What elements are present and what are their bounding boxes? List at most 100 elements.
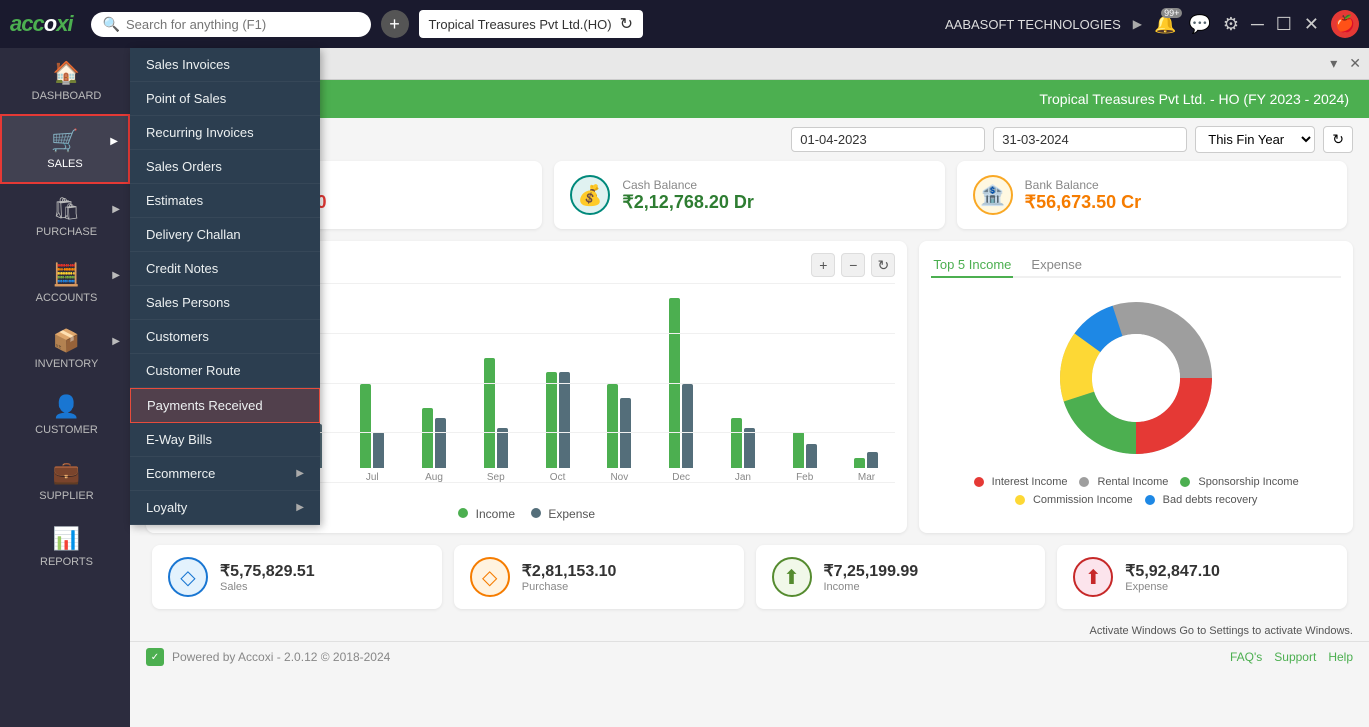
stat-expense: ⬆ ₹5,92,847.10 Expense [1057, 545, 1347, 609]
stat-sales: ◇ ₹5,75,829.51 Sales [152, 545, 442, 609]
tab-controls: ▾ ✕ [1326, 53, 1369, 74]
loyalty-arrow: ▶ [296, 502, 304, 513]
income-legend-dot [458, 508, 468, 518]
help-link[interactable]: Help [1328, 650, 1353, 664]
search-input[interactable] [126, 17, 346, 32]
bar-group: Feb [776, 298, 834, 483]
tab-chevron-down[interactable]: ▾ [1326, 53, 1341, 74]
close-icon[interactable]: ✕ [1304, 14, 1319, 35]
settings-icon[interactable]: ⚙ [1223, 14, 1239, 35]
inventory-icon: 📦 [53, 328, 80, 354]
company-name-top: AABASOFT TECHNOLOGIES [945, 17, 1121, 32]
sidebar-item-sales[interactable]: 🛒 ▶ SALES [0, 114, 130, 184]
bar-month-label: Jul [366, 472, 379, 483]
expense-stat-icon: ⬆ [1073, 557, 1113, 597]
minimize-icon[interactable]: ─ [1251, 14, 1264, 35]
refresh-date-btn[interactable]: ↻ [1323, 126, 1353, 153]
faq-link[interactable]: FAQ's [1230, 650, 1262, 664]
purchase-stat-info: ₹2,81,153.10 Purchase [522, 561, 617, 593]
company-info: Tropical Treasures Pvt Ltd. - HO (FY 202… [1039, 91, 1349, 107]
bank-label: Bank Balance [1025, 178, 1142, 192]
date-to-input[interactable] [993, 127, 1187, 152]
menu-credit-notes[interactable]: Credit Notes [130, 252, 320, 286]
menu-payments-received[interactable]: Payments Received [130, 388, 320, 423]
avatar[interactable]: 🍎 [1331, 10, 1359, 38]
support-link[interactable]: Support [1274, 650, 1316, 664]
reports-icon: 📊 [53, 526, 80, 552]
expense-legend-dot [531, 508, 541, 518]
legend-sponsorship-income: Sponsorship Income [1180, 476, 1298, 488]
sidebar-item-accounts[interactable]: 🧮 ▶ ACCOUNTS [0, 250, 130, 316]
sidebar-item-purchase[interactable]: 🛍 ▶ PURCHASE [0, 184, 130, 250]
sales-icon: 🛒 [51, 128, 78, 154]
bank-info: Bank Balance ₹56,673.50 Cr [1025, 178, 1142, 213]
refresh-company-icon[interactable]: ↻ [620, 14, 633, 34]
top-right-controls: AABASOFT TECHNOLOGIES ▶ 🔔 99+ 💬 ⚙ ─ ☐ ✕ … [945, 10, 1359, 38]
customer-icon: 👤 [53, 394, 80, 420]
income-stat-label: Income [824, 581, 919, 593]
bar-income [669, 298, 680, 468]
menu-delivery-challan[interactable]: Delivery Challan [130, 218, 320, 252]
global-search-bar[interactable]: 🔍 [91, 12, 371, 37]
interest-label: Interest Income [992, 476, 1068, 488]
menu-estimates[interactable]: Estimates [130, 184, 320, 218]
main-layout: 🏠 DASHBOARD 🛒 ▶ SALES 🛍 ▶ PURCHASE 🧮 ▶ A… [0, 48, 1369, 727]
sponsorship-label: Sponsorship Income [1198, 476, 1298, 488]
top-bar: accoxi 🔍 + Tropical Treasures Pvt Ltd.(H… [0, 0, 1369, 48]
company-selector[interactable]: Tropical Treasures Pvt Ltd.(HO) ↻ [419, 10, 643, 38]
donut-tab-income[interactable]: Top 5 Income [931, 253, 1013, 278]
sidebar-item-customer[interactable]: 👤 CUSTOMER [0, 382, 130, 448]
chat-icon[interactable]: 💬 [1188, 14, 1210, 35]
refresh-chart-btn[interactable]: ↻ [871, 253, 895, 277]
bar-month-label: Aug [425, 472, 443, 483]
period-select[interactable]: This Fin Year [1195, 126, 1315, 153]
sales-dropdown-menu: Sales Invoices Point of Sales Recurring … [130, 48, 320, 525]
stats-row: ◇ ₹5,75,829.51 Sales ◇ ₹2,81,153.10 Purc… [130, 545, 1369, 621]
menu-customer-route[interactable]: Customer Route [130, 354, 320, 388]
sales-stat-label: Sales [220, 581, 315, 593]
legend-bad-debts: Bad debts recovery [1145, 494, 1258, 506]
notification-bell-wrapper[interactable]: 🔔 99+ [1154, 14, 1176, 35]
sidebar-item-dashboard[interactable]: 🏠 DASHBOARD [0, 48, 130, 114]
maximize-icon[interactable]: ☐ [1276, 14, 1292, 35]
menu-loyalty[interactable]: Loyalty ▶ [130, 491, 320, 525]
sidebar-item-supplier[interactable]: 💼 SUPPLIER [0, 448, 130, 514]
footer: ✓ Powered by Accoxi - 2.0.12 © 2018-2024… [130, 641, 1369, 672]
stat-income: ⬆ ₹7,25,199.99 Income [756, 545, 1046, 609]
sidebar-label-dashboard: DASHBOARD [32, 90, 102, 102]
sales-arrow: ▶ [110, 136, 118, 147]
menu-sales-orders[interactable]: Sales Orders [130, 150, 320, 184]
menu-recurring-invoices[interactable]: Recurring Invoices [130, 116, 320, 150]
zoom-in-btn[interactable]: + [811, 253, 835, 277]
bar-expense [744, 428, 755, 468]
purchase-arrow: ▶ [112, 204, 120, 215]
menu-sales-invoices[interactable]: Sales Invoices [130, 48, 320, 82]
menu-eway-bills[interactable]: E-Way Bills [130, 423, 320, 457]
income-stat-value: ₹7,25,199.99 [824, 561, 919, 581]
sidebar-item-inventory[interactable]: 📦 ▶ INVENTORY [0, 316, 130, 382]
stat-purchase: ◇ ₹2,81,153.10 Purchase [454, 545, 744, 609]
donut-legend: Interest Income Rental Income Sponsorshi… [931, 476, 1341, 506]
bar-income [546, 372, 557, 468]
bar-month-label: Jan [735, 472, 751, 483]
date-from-input[interactable] [791, 127, 985, 152]
tab-close[interactable]: ✕ [1345, 53, 1365, 74]
app-logo: accoxi [10, 11, 73, 37]
purchase-icon: 🛍 [53, 196, 81, 222]
menu-customers[interactable]: Customers [130, 320, 320, 354]
bar-group: Oct [529, 298, 587, 483]
donut-tab-expense[interactable]: Expense [1029, 253, 1084, 276]
add-button[interactable]: + [381, 10, 409, 38]
sidebar-item-reports[interactable]: 📊 REPORTS [0, 514, 130, 580]
donut-svg [1046, 288, 1226, 468]
sidebar-label-accounts: ACCOUNTS [36, 292, 98, 304]
menu-ecommerce[interactable]: Ecommerce ▶ [130, 457, 320, 491]
accounts-icon: 🧮 [53, 262, 80, 288]
bar-group: Jul [343, 298, 401, 483]
expense-legend-item: Expense [531, 507, 595, 521]
company-arrow: ▶ [1133, 17, 1142, 31]
zoom-out-btn[interactable]: − [841, 253, 865, 277]
menu-point-of-sales[interactable]: Point of Sales [130, 82, 320, 116]
menu-sales-persons[interactable]: Sales Persons [130, 286, 320, 320]
bar-expense [373, 432, 384, 468]
